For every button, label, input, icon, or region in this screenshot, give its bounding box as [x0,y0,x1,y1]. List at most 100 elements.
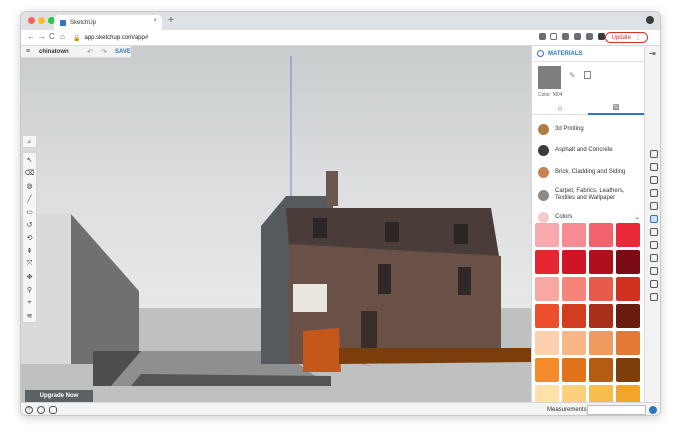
color-swatch-24[interactable] [535,385,559,402]
color-swatch-15[interactable] [616,304,640,328]
edit-materials-icon: ▧ [612,104,620,111]
color-swatch-25[interactable] [562,385,586,402]
tool-button-7[interactable]: ⇞ [23,244,36,257]
extension-icon-3[interactable] [586,33,593,40]
curb [131,374,331,386]
update-button[interactable]: Update ⋮ [604,32,648,43]
color-swatch-6[interactable] [589,250,613,274]
save-button[interactable]: SAVE [115,49,131,55]
tool-button-11[interactable]: ⌖ [23,296,36,309]
bookmark-star-icon[interactable] [550,33,557,40]
color-swatch-14[interactable] [589,304,613,328]
color-swatch-13[interactable] [562,304,586,328]
color-swatch-0[interactable] [535,223,559,247]
browser-tab-sketchup[interactable]: SketchUp × [54,15,162,30]
material-category-1[interactable]: Asphalt and Concrete [532,141,644,159]
tool-button-12[interactable]: ≋ [23,309,36,322]
browser-profile-icon[interactable] [646,16,654,24]
chevron-down-icon[interactable]: ⌄ [634,213,640,221]
color-swatch-16[interactable] [535,331,559,355]
material-category-3[interactable]: Carpet, Fabrics, Leathers, Textiles and … [532,184,644,206]
close-tab-icon[interactable]: × [153,18,157,24]
color-swatch-5[interactable] [562,250,586,274]
color-swatch-2[interactable] [589,223,613,247]
search-tool-button[interactable]: ⌕ [22,135,37,148]
tool-button-5[interactable]: ↺ [23,218,36,231]
collapse-panel-icon[interactable]: ⇥ [649,49,656,58]
extension-icon-2[interactable] [574,33,581,40]
reload-button[interactable]: C [49,32,55,41]
edit-material-icon[interactable]: ✎ [569,71,576,80]
puzzle-icon[interactable] [598,33,605,40]
shadows-icon[interactable] [650,280,658,288]
cast-icon[interactable] [562,33,569,40]
color-swatch-19[interactable] [616,331,640,355]
instructor-panel-icon[interactable] [650,176,658,184]
layers-icon[interactable] [650,228,658,236]
category-label: Carpet, Fabrics, Leathers, Textiles and … [555,188,625,201]
tool-button-1[interactable]: ⌫ [23,166,36,179]
mouse-icon[interactable] [49,406,57,414]
duplicate-material-icon[interactable] [584,71,591,79]
color-swatch-27[interactable] [616,385,640,402]
tool-button-8[interactable]: ⤧ [23,257,36,270]
color-swatch-18[interactable] [589,331,613,355]
back-button[interactable]: ← [27,32,35,41]
color-swatch-17[interactable] [562,331,586,355]
tool-button-6[interactable]: ⟲ [23,231,36,244]
tool-button-0[interactable]: ↖ [23,153,36,166]
document-name[interactable]: chinatown [39,49,83,55]
material-category-2[interactable]: Brick, Cladding and Siding [532,163,644,181]
tool-button-10[interactable]: ⚲ [23,283,36,296]
forward-button[interactable]: → [38,32,46,41]
category-swatch-icon [538,189,549,201]
tab-materials-edit[interactable]: ▧ [588,101,644,115]
upgrade-now-button[interactable]: Upgrade Now [25,390,93,402]
undo-button[interactable]: ↶ [83,48,97,56]
help-icon[interactable]: ? [25,406,33,414]
color-swatch-1[interactable] [562,223,586,247]
color-swatch-7[interactable] [616,250,640,274]
color-swatch-3[interactable] [616,223,640,247]
tags-icon[interactable] [650,241,658,249]
color-swatch-10[interactable] [589,277,613,301]
scenes-icon[interactable] [650,189,658,197]
tool-button-2[interactable]: ◍ [23,179,36,192]
color-swatch-21[interactable] [562,358,586,382]
address-bar[interactable]: 🔒 app.sketchup.com/app# [69,32,519,44]
color-swatch-26[interactable] [589,385,613,402]
current-material-swatch[interactable] [538,66,561,89]
tool-button-9[interactable]: ✥ [23,270,36,283]
tab-materials-home[interactable]: ⌂ [532,101,588,115]
styles-icon[interactable] [650,202,658,210]
globe-icon[interactable] [649,406,657,414]
color-swatch-4[interactable] [535,250,559,274]
color-swatch-22[interactable] [589,358,613,382]
tool-button-4[interactable]: ▭ [23,205,36,218]
main-menu-button[interactable]: ≡ [21,48,35,55]
minimize-window-icon[interactable] [38,17,45,24]
color-swatch-23[interactable] [616,358,640,382]
tool-button-3[interactable]: ╱ [23,192,36,205]
close-window-icon[interactable] [28,17,35,24]
home-button[interactable]: ⌂ [60,32,65,41]
redo-button[interactable]: ↷ [97,48,111,56]
instructor-icon[interactable] [37,406,45,414]
material-category-0[interactable]: 3d Printing [532,120,644,138]
new-tab-button[interactable]: + [168,15,174,26]
solar-icon[interactable] [650,293,658,301]
display-icon[interactable] [650,267,658,275]
components-icon[interactable] [650,163,658,171]
materials-panel-icon[interactable] [650,215,658,223]
entity-info-icon[interactable] [650,150,658,158]
color-swatch-20[interactable] [535,358,559,382]
outliner-icon[interactable] [650,254,658,262]
color-swatch-8[interactable] [535,277,559,301]
color-swatch-9[interactable] [562,277,586,301]
extension-icon[interactable] [539,33,546,40]
window-5 [458,267,471,295]
color-swatch-12[interactable] [535,304,559,328]
color-swatch-11[interactable] [616,277,640,301]
3d-viewport[interactable]: ≡ chinatown ↶ ↷ SAVE ⌕ ↖ ⌫ ◍ ╱ ▭ ↺ ⟲ ⇞ ⤧ ✥ ⚲ ⌖ ≋ Upg… [21,46,531,402]
measurements-input[interactable] [587,405,646,415]
